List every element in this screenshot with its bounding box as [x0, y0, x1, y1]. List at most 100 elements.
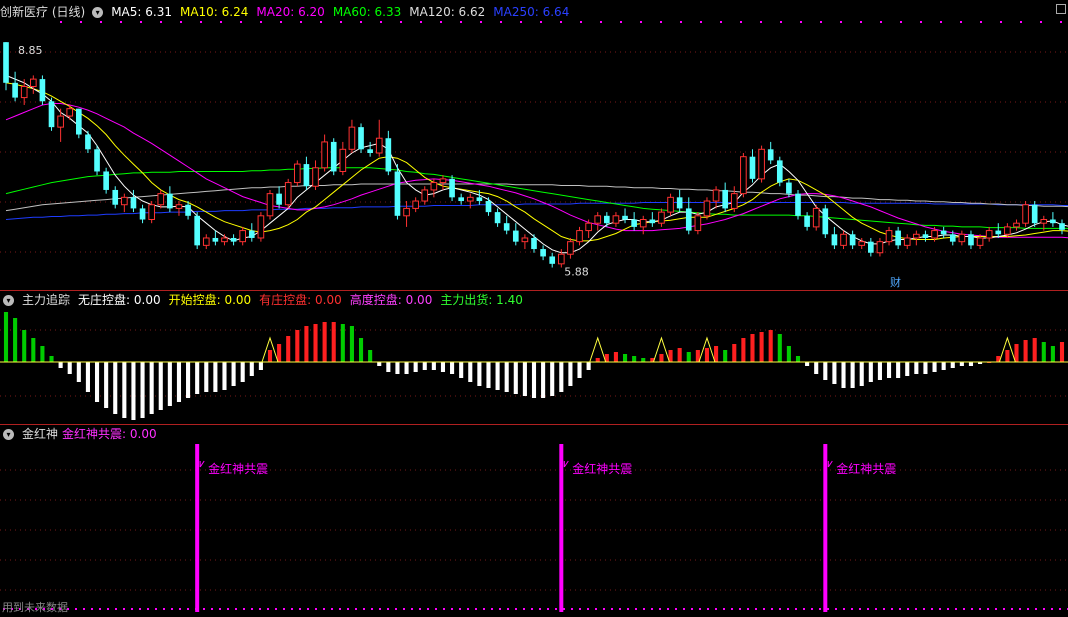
histogram-bar [704, 348, 710, 362]
histogram-bar [877, 362, 882, 380]
baseline-dot [667, 608, 669, 610]
baseline-dot [811, 608, 813, 610]
baseline-dot [259, 608, 261, 610]
ma250-line [5, 202, 1068, 220]
candle-body [103, 171, 109, 190]
baseline-dot [251, 608, 253, 610]
candle-body [1040, 219, 1048, 224]
baseline-dot [907, 608, 909, 610]
max-price-label: 8.85 [18, 44, 43, 57]
baseline-dot [891, 608, 893, 610]
baseline-dot [579, 608, 581, 610]
histogram-bar [968, 362, 974, 366]
candle-body [694, 215, 702, 232]
signal-dot [1000, 21, 1002, 23]
signal-dot [560, 21, 562, 23]
candle-body [266, 193, 274, 217]
candle-body [567, 241, 574, 255]
histogram-bar [122, 362, 127, 418]
baseline-dot [299, 608, 301, 610]
baseline-dot [291, 608, 293, 610]
histogram-bar [595, 358, 600, 362]
histogram-bar [568, 362, 573, 386]
signal-dot [960, 21, 962, 23]
candle-body [722, 189, 728, 209]
candle-body [676, 197, 683, 209]
baseline-dot [339, 608, 341, 610]
histogram-bar [395, 362, 400, 374]
histogram-bar [113, 362, 118, 414]
signal-dot [1060, 21, 1062, 23]
baseline-dot [83, 608, 85, 610]
signal-dot [280, 21, 282, 23]
candle-body [940, 230, 947, 235]
baseline-dot [355, 608, 357, 610]
histogram-bar [277, 344, 282, 362]
candle-body [230, 237, 237, 242]
baseline-dot [555, 608, 557, 610]
baseline-dot [859, 608, 861, 610]
histogram-bar [40, 346, 45, 362]
signal-dot [740, 21, 742, 23]
candle-body [685, 208, 692, 231]
candle-body [740, 156, 747, 195]
baseline-dot [131, 608, 133, 610]
baseline-dot [507, 608, 509, 610]
baseline-dot [307, 608, 309, 610]
resonance-arrow [563, 460, 569, 468]
baseline-dot [1011, 608, 1013, 610]
candle-body [876, 241, 884, 254]
candle-body [540, 249, 546, 257]
baseline-dot [851, 608, 853, 610]
candle-body [212, 237, 219, 242]
chart-canvas[interactable]: 8.85 5.88 财金红神共震 金红神共震 金红神共震 [0, 0, 1068, 617]
histogram-bar [531, 362, 537, 398]
baseline-dot [523, 608, 525, 610]
candle-body [1022, 204, 1029, 224]
candle-body [358, 127, 364, 150]
baseline-dot [587, 608, 589, 610]
baseline-dot [371, 608, 373, 610]
candle-body [76, 108, 82, 135]
candle-body [20, 86, 28, 99]
signal-dot [680, 21, 682, 23]
histogram-bar [577, 362, 582, 378]
histogram-bar [477, 362, 482, 386]
histogram-bar [723, 350, 728, 362]
baseline-dot [699, 608, 701, 610]
baseline-dot [755, 608, 757, 610]
candle-body [385, 138, 392, 172]
signal-dot [60, 21, 62, 23]
histogram-bar [13, 318, 18, 362]
baseline-dot [427, 608, 429, 610]
histogram-bar [859, 362, 864, 386]
histogram-bar [750, 334, 755, 362]
baseline-dot [1003, 608, 1005, 610]
candle-body [903, 237, 911, 246]
baseline-dot [931, 608, 933, 610]
histogram-bar [777, 334, 782, 362]
candle-body [858, 241, 866, 246]
candle-body [66, 108, 74, 117]
baseline-dot [835, 608, 837, 610]
histogram-bar [386, 362, 391, 372]
baseline-dot [979, 608, 981, 610]
candle-body [1050, 219, 1056, 224]
signal-dot [780, 21, 782, 23]
histogram-bar [504, 362, 509, 392]
candle-body [549, 256, 556, 264]
signal-dot [540, 21, 542, 23]
histogram-bar [186, 362, 191, 398]
baseline-dot [227, 608, 229, 610]
baseline-dot [827, 608, 829, 610]
histogram-bar [459, 362, 464, 378]
baseline-dot [499, 608, 501, 610]
signal-dot [800, 21, 802, 23]
ma60-line [5, 167, 1068, 229]
baseline-dot [467, 608, 469, 610]
candle-body [430, 182, 438, 191]
histogram-bar [404, 362, 409, 374]
candle-body [758, 148, 765, 180]
resonance-arrow [827, 460, 833, 468]
candle-body [485, 201, 492, 213]
